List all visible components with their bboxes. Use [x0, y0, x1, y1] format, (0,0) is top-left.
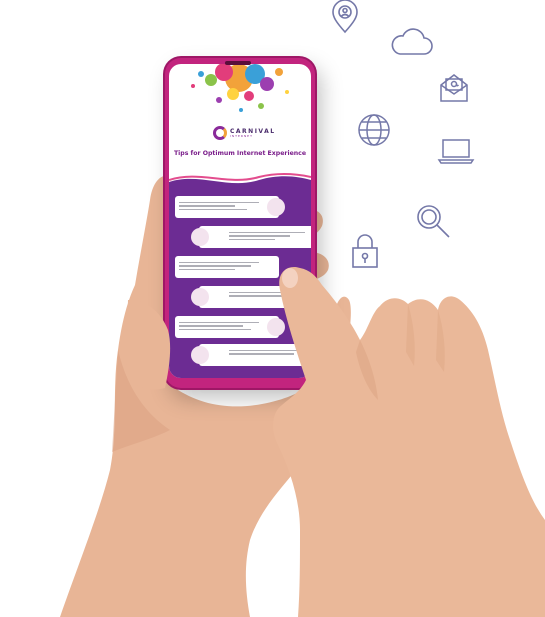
right-hand — [273, 266, 545, 617]
fingernail — [282, 268, 298, 288]
scene: CARNIVAL INTERNET Tips for Optimum Inter… — [0, 0, 545, 617]
